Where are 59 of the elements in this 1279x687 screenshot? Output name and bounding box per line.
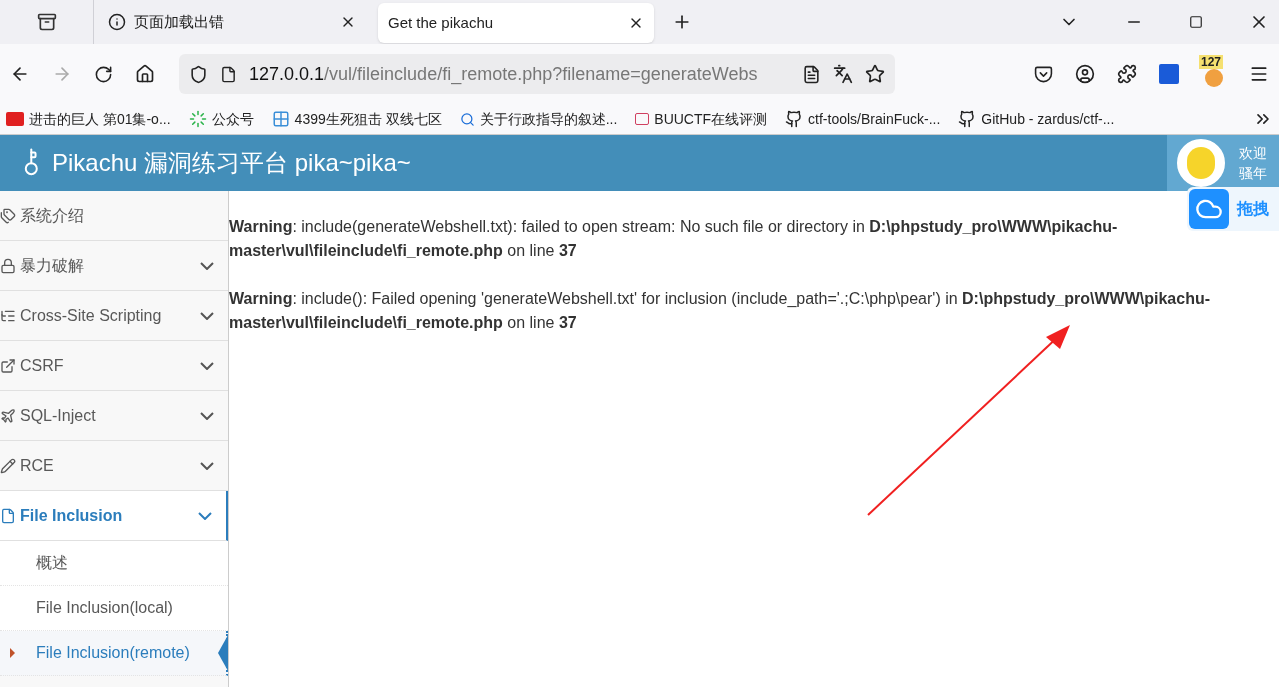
- bookmark[interactable]: ctf-tools/BrainFuck-...: [785, 108, 941, 130]
- bookmark[interactable]: 公众号: [188, 108, 254, 130]
- menu-item-icon: [0, 507, 16, 524]
- account-icon[interactable]: [1075, 64, 1095, 84]
- submenu-item[interactable]: 概述: [0, 541, 228, 586]
- submenu-item[interactable]: File Inclusion(remote): [0, 631, 228, 676]
- site-title: Pikachu 漏洞练习平台 pika~pika~: [52, 148, 411, 178]
- user-name: 骚年: [1239, 164, 1267, 183]
- home-icon[interactable]: [135, 64, 155, 84]
- menu-item-icon: [0, 357, 16, 374]
- bookmark[interactable]: BUUCTF在线评测: [635, 108, 768, 130]
- reload-icon[interactable]: [94, 64, 113, 84]
- menu-item-icon: [0, 257, 16, 274]
- page-icon: [220, 65, 237, 83]
- grid-icon: [271, 110, 290, 128]
- sidebar-item[interactable]: File Inclusion: [0, 491, 228, 541]
- extension-badge: 127: [1199, 55, 1224, 69]
- menu-item-icon: [0, 457, 16, 474]
- menu-item-icon: [0, 407, 16, 424]
- sidebar-item[interactable]: 暴力破解: [0, 241, 228, 291]
- widget-label: 拖拽: [1237, 199, 1269, 219]
- star-icon[interactable]: [865, 64, 885, 84]
- reader-icon[interactable]: [802, 64, 821, 84]
- ring-logo-icon: [188, 110, 207, 128]
- browser-tab[interactable]: Get the pikachu: [378, 3, 654, 43]
- extensions-icon[interactable]: [1117, 64, 1137, 84]
- sidebar-item[interactable]: CSRF: [0, 341, 228, 391]
- search-icon: [459, 111, 475, 127]
- browser-tab[interactable]: 页面加载出错: [94, 0, 370, 44]
- menu-item-icon: [0, 207, 16, 224]
- avatar-placeholder: [1177, 139, 1225, 187]
- address-bar[interactable]: 127.0.0.1/vul/fileinclude/fi_remote.php?filename=generateWebs: [179, 54, 895, 94]
- pointer-icon: [218, 635, 228, 671]
- warning-message: Warning: include(generateWebshell.txt): failed to open stream: No such file or directory in D:\phpstudy_pro\WWW\pikachu-master\vul\fileinclude\fi_remote.php on line 37: [229, 217, 1119, 261]
- tab-list-icon[interactable]: [36, 12, 57, 32]
- warning-message: Warning: include(): Failed opening 'generateWebshell.txt' for inclusion (include_path='.;C:\php\pear') in D:\phpstudy_pro\WWW\pikachu-master\vul\fileinclude\fi_remote.php on line 37: [229, 289, 1212, 333]
- caret-icon: [10, 648, 15, 658]
- pocket-icon[interactable]: [1034, 64, 1053, 84]
- tab-title: 页面加载出错: [134, 11, 225, 32]
- sidebar-item[interactable]: SQL-Inject: [0, 391, 228, 441]
- submenu-item[interactable]: File Inclusion(local): [0, 586, 228, 631]
- video-logo-icon: [6, 112, 24, 126]
- bookmark[interactable]: 进击的巨人 第01集-o...: [6, 108, 171, 130]
- url-text: 127.0.0.1/vul/fileinclude/fi_remote.php?filename=generateWebs: [249, 62, 759, 87]
- welcome-text: 欢迎: [1239, 144, 1267, 163]
- cloud-icon: [1189, 189, 1229, 229]
- sidebar-item[interactable]: 系统介绍: [0, 191, 228, 241]
- sidebar-item[interactable]: Cross-Site Scripting: [0, 291, 228, 341]
- translate-icon[interactable]: [833, 64, 853, 84]
- bookmark[interactable]: 4399生死狙击 双线七区: [271, 108, 442, 130]
- github-icon: [958, 110, 977, 128]
- bookmark[interactable]: 关于行政指导的叙述...: [459, 108, 618, 130]
- tab-title: Get the pikachu: [388, 12, 495, 33]
- info-icon: [108, 13, 126, 31]
- github-icon: [785, 110, 804, 128]
- bookmark[interactable]: GitHub - zardus/ctf-...: [958, 108, 1115, 130]
- shield-icon: [189, 64, 208, 84]
- maximize-icon[interactable]: [1189, 15, 1203, 29]
- menu-icon[interactable]: [1249, 64, 1269, 84]
